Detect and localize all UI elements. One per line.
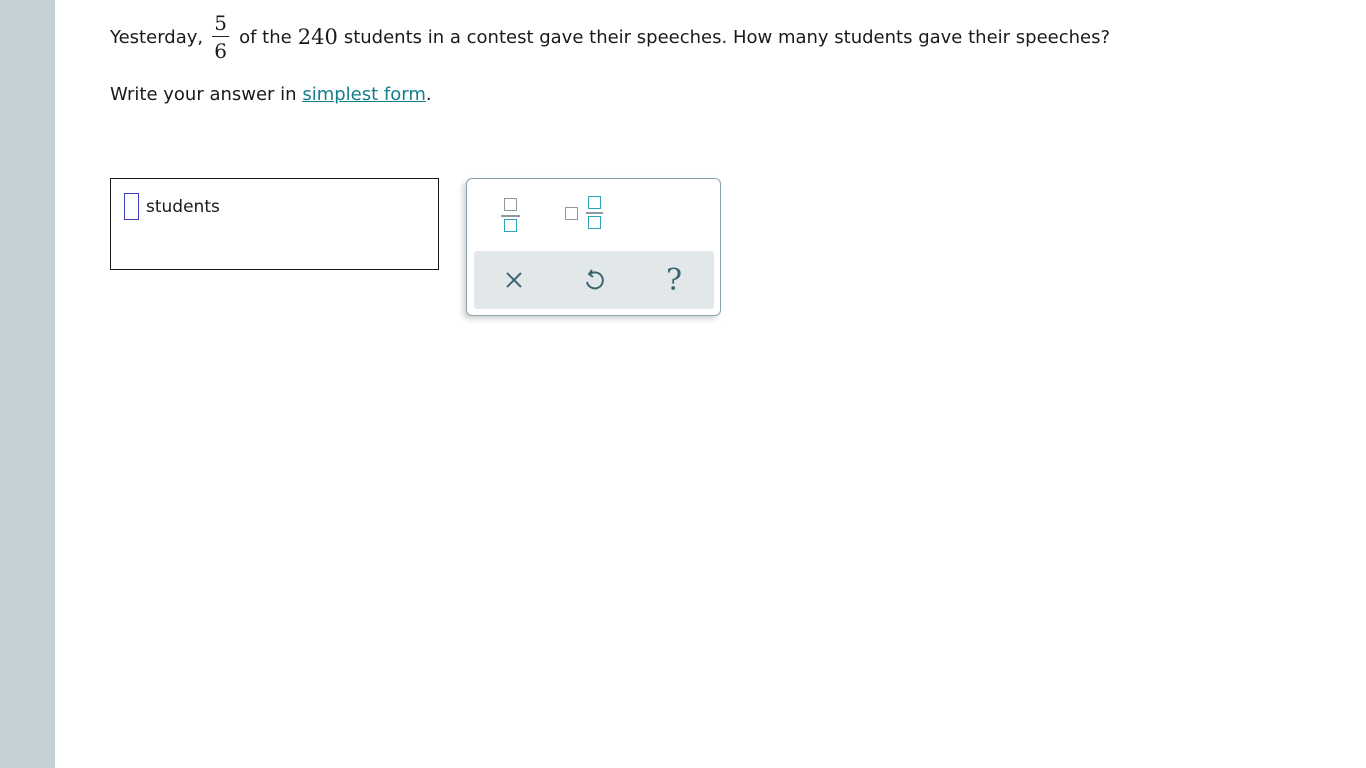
question-suffix: students in a contest gave their speeche… [343, 26, 1111, 48]
help-button[interactable]: ? [654, 260, 694, 300]
question-fraction: 5 6 [212, 11, 230, 63]
undo-button[interactable] [574, 260, 614, 300]
fraction-bar [212, 36, 230, 37]
answer-input-slot[interactable] [124, 193, 139, 220]
undo-icon [583, 268, 605, 292]
fraction-denominator: 6 [214, 39, 227, 63]
instruction-text: Write your answer in simplest form. [110, 84, 432, 105]
answer-input-box[interactable]: students [110, 178, 439, 270]
answer-unit-label: students [146, 197, 220, 217]
left-rail [0, 0, 55, 768]
clear-icon [505, 271, 523, 289]
question-text: Yesterday, 5 6 of the 240 students in a … [110, 8, 1110, 66]
instruction-prefix: Write your answer in [110, 84, 297, 105]
question-total: 240 [297, 25, 338, 49]
clear-button[interactable] [494, 260, 534, 300]
mixed-number-template-button[interactable] [562, 195, 608, 235]
help-icon: ? [665, 262, 683, 298]
instruction-suffix: . [425, 84, 432, 105]
fraction-template-button[interactable] [497, 195, 523, 235]
content-area: Yesterday, 5 6 of the 240 students in a … [55, 0, 1366, 768]
fraction-numerator: 5 [214, 11, 227, 35]
simplest-form-link[interactable]: simplest form [302, 84, 426, 105]
question-middle: of the [239, 26, 292, 48]
palette-action-bar: ? [474, 251, 714, 309]
math-palette: ? [466, 178, 721, 316]
question-prefix: Yesterday, [110, 26, 204, 48]
